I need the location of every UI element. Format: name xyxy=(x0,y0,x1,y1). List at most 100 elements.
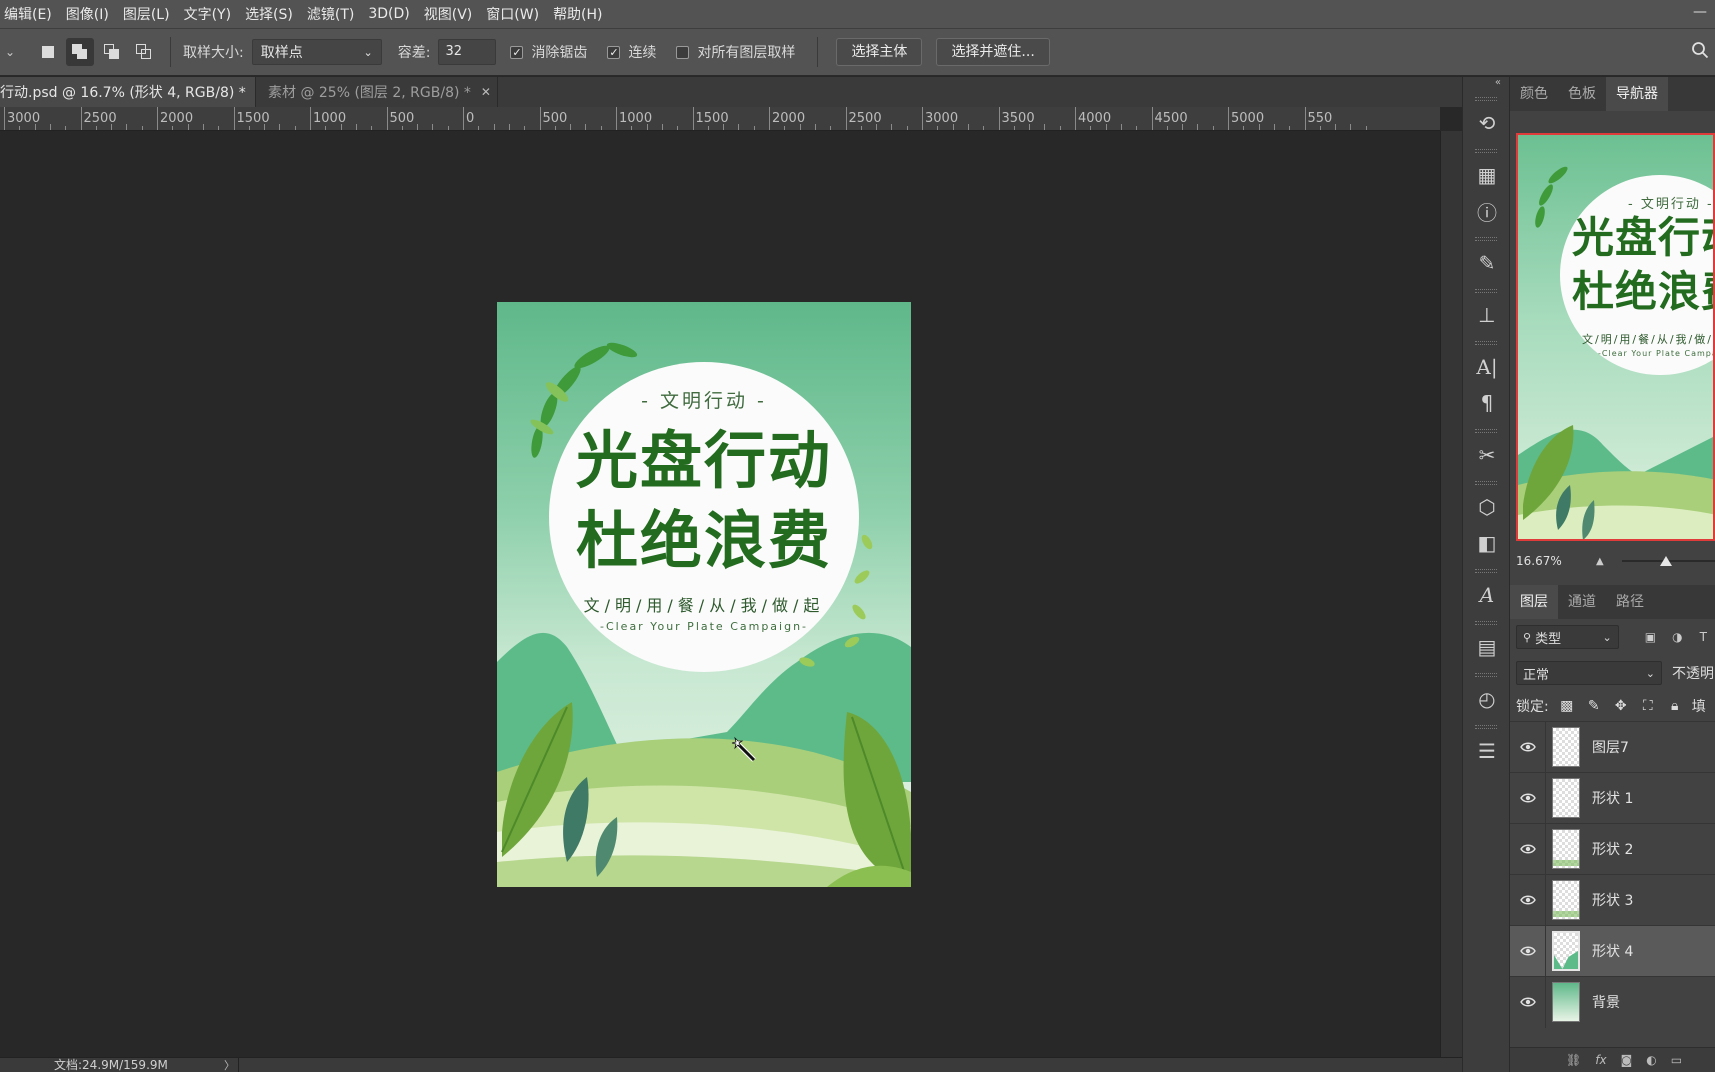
layer-name[interactable]: 形状 4 xyxy=(1592,941,1633,961)
character-icon[interactable]: A| xyxy=(1463,349,1511,385)
tab-channels[interactable]: 通道 xyxy=(1558,585,1606,619)
collapse-icon[interactable]: « xyxy=(1463,77,1509,89)
zoom-value[interactable]: 16.67% xyxy=(1516,554,1576,568)
layer-row[interactable]: 形状 1 xyxy=(1510,772,1715,824)
layer-row[interactable]: 图层7 xyxy=(1510,721,1715,773)
menu-view[interactable]: 视图(V) xyxy=(424,4,473,24)
menu-layer[interactable]: 图层(L) xyxy=(123,4,170,24)
anti-alias-checkbox[interactable]: ✓ 消除锯齿 xyxy=(510,42,587,62)
tool-presets-icon[interactable]: ✂ xyxy=(1463,437,1511,473)
grip-handle[interactable] xyxy=(1475,289,1497,293)
close-icon[interactable]: ✕ xyxy=(481,85,491,99)
adjustments-icon[interactable]: ☰ xyxy=(1463,733,1511,769)
grip-handle[interactable] xyxy=(1475,97,1497,101)
menu-edit[interactable]: 编辑(E) xyxy=(4,4,52,24)
layer-filter-select[interactable]: ⚲ 类型 ⌄ xyxy=(1516,625,1619,649)
sample-all-layers-checkbox[interactable]: 对所有图层取样 xyxy=(676,42,795,62)
layer-row[interactable]: 背景 xyxy=(1510,976,1715,1028)
layer-name[interactable]: 形状 1 xyxy=(1592,788,1633,808)
doc-size-status[interactable]: 文档:24.9M/159.9M xyxy=(54,1058,168,1072)
eye-icon[interactable] xyxy=(1510,721,1546,773)
menu-type[interactable]: 文字(Y) xyxy=(184,4,231,24)
minimize-icon[interactable]: — xyxy=(1685,0,1715,28)
horizontal-ruler[interactable]: 3000 2500 2000 1500 1000 500 0 500 1000 1500 2000 2… xyxy=(0,107,1440,131)
contiguous-checkbox[interactable]: ✓ 连续 xyxy=(607,42,656,62)
search-icon[interactable] xyxy=(1691,41,1709,59)
tool-preset-chevron-icon[interactable]: ⌄ xyxy=(0,45,20,59)
chevron-right-icon[interactable]: 〉 xyxy=(224,1058,235,1072)
tab-color[interactable]: 颜色 xyxy=(1510,77,1558,111)
clone-source-icon[interactable]: ⊥ xyxy=(1463,297,1511,333)
new-adjustment-icon[interactable]: ◐ xyxy=(1646,1053,1656,1067)
subtract-from-selection-button[interactable] xyxy=(98,38,126,66)
eye-icon[interactable] xyxy=(1510,874,1546,926)
new-group-icon[interactable]: ▭ xyxy=(1671,1053,1682,1067)
vertical-scrollbar[interactable] xyxy=(1440,131,1462,1057)
layer-name[interactable]: 形状 3 xyxy=(1592,890,1633,910)
menu-filter[interactable]: 滤镜(T) xyxy=(307,4,354,24)
menu-image[interactable]: 图像(I) xyxy=(66,4,109,24)
lock-position-icon[interactable]: ✥ xyxy=(1612,697,1630,715)
type-filter-icon[interactable]: T xyxy=(1700,630,1715,644)
select-subject-button[interactable]: 选择主体 xyxy=(836,38,923,66)
history-icon[interactable]: ⟲ xyxy=(1463,105,1511,141)
tab-navigator[interactable]: 导航器 xyxy=(1606,77,1668,111)
grip-handle[interactable] xyxy=(1475,621,1497,625)
layer-thumbnail[interactable] xyxy=(1552,880,1580,920)
timeline-icon[interactable]: ▤ xyxy=(1463,629,1511,665)
add-to-selection-button[interactable] xyxy=(66,38,94,66)
grip-handle[interactable] xyxy=(1475,569,1497,573)
grip-handle[interactable] xyxy=(1475,673,1497,677)
3d-icon[interactable]: ⬡ xyxy=(1463,489,1511,525)
layer-name[interactable]: 图层7 xyxy=(1592,737,1629,757)
zoom-out-icon[interactable]: ▲ xyxy=(1596,556,1604,567)
grip-handle[interactable] xyxy=(1475,429,1497,433)
layer-name[interactable]: 背景 xyxy=(1592,992,1620,1012)
adjustment-filter-icon[interactable]: ◑ xyxy=(1672,630,1687,644)
tab-document-material[interactable]: 素材 @ 25% (图层 2, RGB/8) * ✕ xyxy=(256,77,498,107)
tab-document-main[interactable]: 行动.psd @ 16.7% (形状 4, RGB/8) * ✕ xyxy=(0,77,266,107)
layer-thumbnail[interactable] xyxy=(1552,982,1580,1022)
zoom-slider-thumb[interactable] xyxy=(1660,556,1672,566)
lock-paint-icon[interactable]: ✎ xyxy=(1585,697,1603,715)
select-and-mask-button[interactable]: 选择并遮住... xyxy=(936,38,1050,66)
tab-layers[interactable]: 图层 xyxy=(1510,585,1558,619)
grip-handle[interactable] xyxy=(1475,341,1497,345)
grip-handle[interactable] xyxy=(1475,149,1497,153)
grip-handle[interactable] xyxy=(1475,725,1497,729)
menu-window[interactable]: 窗口(W) xyxy=(486,4,539,24)
poster-canvas[interactable]: - 文明行动 - 光盘行动 杜绝浪费 文/明/用/餐/从/我/做/起 -Clea… xyxy=(497,302,911,887)
layer-name[interactable]: 形状 2 xyxy=(1592,839,1633,859)
eye-icon[interactable] xyxy=(1510,823,1546,875)
lock-artboard-icon[interactable]: ⛶ xyxy=(1639,697,1657,715)
new-selection-button[interactable] xyxy=(34,38,62,66)
glyphs-icon[interactable]: A xyxy=(1463,577,1511,613)
fx-icon[interactable]: fx xyxy=(1595,1053,1606,1067)
menu-select[interactable]: 选择(S) xyxy=(245,4,293,24)
lock-all-icon[interactable]: 🔒︎ xyxy=(1666,697,1684,715)
sample-size-select[interactable]: 取样点 ⌄ xyxy=(251,39,382,65)
lock-transparent-icon[interactable]: ▩ xyxy=(1558,697,1576,715)
layer-thumbnail[interactable] xyxy=(1552,829,1580,869)
layer-thumbnail[interactable] xyxy=(1552,778,1580,818)
eye-icon[interactable] xyxy=(1510,976,1546,1028)
add-mask-icon[interactable]: ◙ xyxy=(1621,1053,1633,1067)
layer-thumbnail[interactable] xyxy=(1552,931,1580,971)
pixel-filter-icon[interactable]: ▣ xyxy=(1645,630,1660,644)
paragraph-icon[interactable]: ¶ xyxy=(1463,385,1511,421)
layer-row[interactable]: 形状 3 xyxy=(1510,874,1715,926)
link-layers-icon[interactable]: ⛓ xyxy=(1566,1053,1581,1067)
eye-icon[interactable] xyxy=(1510,772,1546,824)
tab-paths[interactable]: 路径 xyxy=(1606,585,1654,619)
actions-icon[interactable]: ◴ xyxy=(1463,681,1511,717)
menu-help[interactable]: 帮助(H) xyxy=(553,4,602,24)
grip-handle[interactable] xyxy=(1475,237,1497,241)
tab-swatches[interactable]: 色板 xyxy=(1558,77,1606,111)
blend-mode-select[interactable]: 正常 ⌄ xyxy=(1516,661,1662,685)
tolerance-input[interactable]: 32 xyxy=(438,39,497,65)
properties-icon[interactable]: ▦ xyxy=(1463,157,1511,193)
brush-settings-icon[interactable]: ✎ xyxy=(1463,245,1511,281)
layer-comps-icon[interactable]: ◧ xyxy=(1463,525,1511,561)
eye-icon[interactable] xyxy=(1510,925,1546,977)
info-icon[interactable]: ⓘ xyxy=(1463,193,1511,229)
